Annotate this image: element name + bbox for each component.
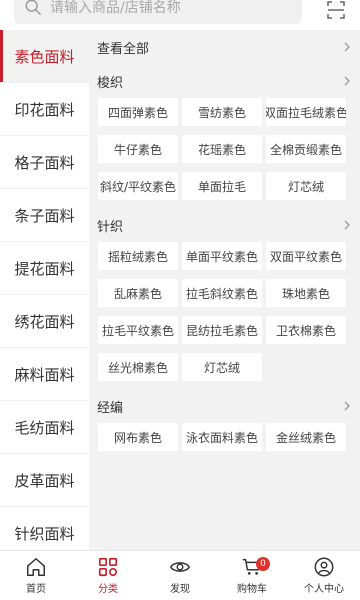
home-icon <box>27 558 45 576</box>
subcategory-chip[interactable]: 单面平纹素色 <box>182 242 262 270</box>
sidebar-item-label: 针织面料 <box>14 524 75 543</box>
chip-grid: 四面弹素色 雪纺素色 双面拉毛绒素色 牛仔素色 花瑶素色 全棉贡缎素色 斜纹/平… <box>89 98 360 208</box>
bottom-nav: 首页 分类 发现 0 购物车 个人中心 <box>0 550 360 600</box>
section-title: 经编 <box>97 400 124 416</box>
view-all-row[interactable]: 查看全部 <box>89 30 360 64</box>
sidebar-item-embroidered-fabric[interactable]: 绣花面料 <box>0 295 89 348</box>
sidebar-item-label: 条子面料 <box>14 206 75 225</box>
search-bar: 请输入商品/店铺名称 <box>0 0 360 30</box>
nav-profile[interactable]: 个人中心 <box>288 551 360 600</box>
chevron-right-icon <box>344 42 350 52</box>
subcategory-chip[interactable]: 丝光棉素色 <box>98 353 178 381</box>
section-title: 针织 <box>97 219 124 235</box>
sidebar-item-label: 毛纺面料 <box>14 418 75 437</box>
search-icon <box>25 0 41 15</box>
nav-home-label: 首页 <box>26 584 46 595</box>
category-body: 素色面料 印花面料 格子面料 条子面料 提花面料 绣花面料 麻料面料 毛纺面料 … <box>0 30 360 550</box>
subcategory-chip[interactable]: 全棉贡缎素色 <box>266 135 346 163</box>
category-grid-icon <box>98 557 118 577</box>
subcategory-chip[interactable]: 拉毛斜纹素色 <box>182 279 262 307</box>
sidebar-item-label: 格子面料 <box>14 153 75 172</box>
eye-icon <box>170 562 190 572</box>
subcategory-chip[interactable]: 花瑶素色 <box>182 135 262 163</box>
section-header[interactable]: 针织 <box>89 208 360 242</box>
subcategory-chip[interactable]: 雪纺素色 <box>182 98 262 126</box>
subcategory-chip[interactable]: 昆纺拉毛素色 <box>182 316 262 344</box>
subcategory-chip[interactable]: 四面弹素色 <box>98 98 178 126</box>
subcategory-chip[interactable]: 摇粒绒素色 <box>98 242 178 270</box>
subcategory-panel: 查看全部 梭织 四面弹素色 雪纺素色 双面拉毛绒素色 牛仔素色 花瑶素色 全棉贡… <box>89 30 360 550</box>
section-header[interactable]: 梭织 <box>89 64 360 98</box>
sidebar-item-stripe-fabric[interactable]: 条子面料 <box>0 189 89 242</box>
nav-category-label: 分类 <box>98 584 118 595</box>
view-all-label: 查看全部 <box>97 41 150 57</box>
subcategory-chip[interactable]: 灯芯绒 <box>266 172 346 200</box>
subcategory-chip[interactable]: 珠地素色 <box>266 279 346 307</box>
sidebar-item-leather-fabric[interactable]: 皮革面料 <box>0 454 89 507</box>
subcategory-chip[interactable]: 双面拉毛绒素色 <box>266 98 346 126</box>
sidebar-item-label: 印花面料 <box>14 100 75 119</box>
sidebar-item-wool-fabric[interactable]: 毛纺面料 <box>0 401 89 454</box>
sidebar-item-jacquard-fabric[interactable]: 提花面料 <box>0 242 89 295</box>
subcategory-chip[interactable]: 拉毛平纹素色 <box>98 316 178 344</box>
chip-grid: 摇粒绒素色 单面平纹素色 双面平纹素色 乱麻素色 拉毛斜纹素色 珠地素色 拉毛平… <box>89 242 360 389</box>
subcategory-chip[interactable]: 网布素色 <box>98 423 178 451</box>
sidebar-item-label: 绣花面料 <box>14 312 75 331</box>
sidebar-item-label: 皮革面料 <box>14 471 75 490</box>
sidebar-item-label: 麻料面料 <box>14 365 75 384</box>
sidebar-item-label: 素色面料 <box>14 47 75 66</box>
subcategory-chip[interactable]: 泳衣面料素色 <box>182 423 262 451</box>
nav-discover[interactable]: 发现 <box>144 551 216 600</box>
nav-profile-label: 个人中心 <box>304 584 344 595</box>
chevron-right-icon <box>344 401 350 411</box>
section-title: 梭织 <box>97 75 124 91</box>
nav-cart[interactable]: 0 购物车 <box>216 551 288 600</box>
chevron-right-icon <box>344 220 350 230</box>
search-placeholder: 请输入商品/店铺名称 <box>50 0 181 16</box>
subcategory-chip[interactable]: 牛仔素色 <box>98 135 178 163</box>
cart-count-badge: 0 <box>256 557 270 571</box>
subcategory-chip[interactable]: 双面平纹素色 <box>266 242 346 270</box>
subcategory-chip[interactable]: 斜纹/平纹素色 <box>98 172 178 200</box>
sidebar-item-knit-fabric[interactable]: 针织面料 <box>0 507 89 550</box>
subcategory-chip[interactable]: 卫衣棉素色 <box>266 316 346 344</box>
nav-home[interactable]: 首页 <box>0 551 72 600</box>
sidebar-item-plain-fabric[interactable]: 素色面料 <box>0 30 89 83</box>
sidebar-item-printed-fabric[interactable]: 印花面料 <box>0 83 89 136</box>
sidebar-item-check-fabric[interactable]: 格子面料 <box>0 136 89 189</box>
subcategory-chip[interactable]: 单面拉毛 <box>182 172 262 200</box>
sidebar-item-label: 提花面料 <box>14 259 75 278</box>
nav-discover-label: 发现 <box>170 584 190 595</box>
chip-grid: 网布素色 泳衣面料素色 金丝绒素色 <box>89 423 360 459</box>
section-header[interactable]: 经编 <box>89 389 360 423</box>
chevron-right-icon <box>344 76 350 86</box>
scan-icon[interactable] <box>326 0 346 20</box>
subcategory-chip[interactable]: 乱麻素色 <box>98 279 178 307</box>
subcategory-chip[interactable]: 灯芯绒 <box>182 353 262 381</box>
search-input[interactable]: 请输入商品/店铺名称 <box>14 0 302 24</box>
user-icon <box>314 557 334 577</box>
sidebar-item-linen-fabric[interactable]: 麻料面料 <box>0 348 89 401</box>
subcategory-chip[interactable]: 金丝绒素色 <box>266 423 346 451</box>
category-sidebar: 素色面料 印花面料 格子面料 条子面料 提花面料 绣花面料 麻料面料 毛纺面料 … <box>0 30 89 550</box>
nav-cart-label: 购物车 <box>237 584 267 595</box>
nav-category[interactable]: 分类 <box>72 551 144 600</box>
